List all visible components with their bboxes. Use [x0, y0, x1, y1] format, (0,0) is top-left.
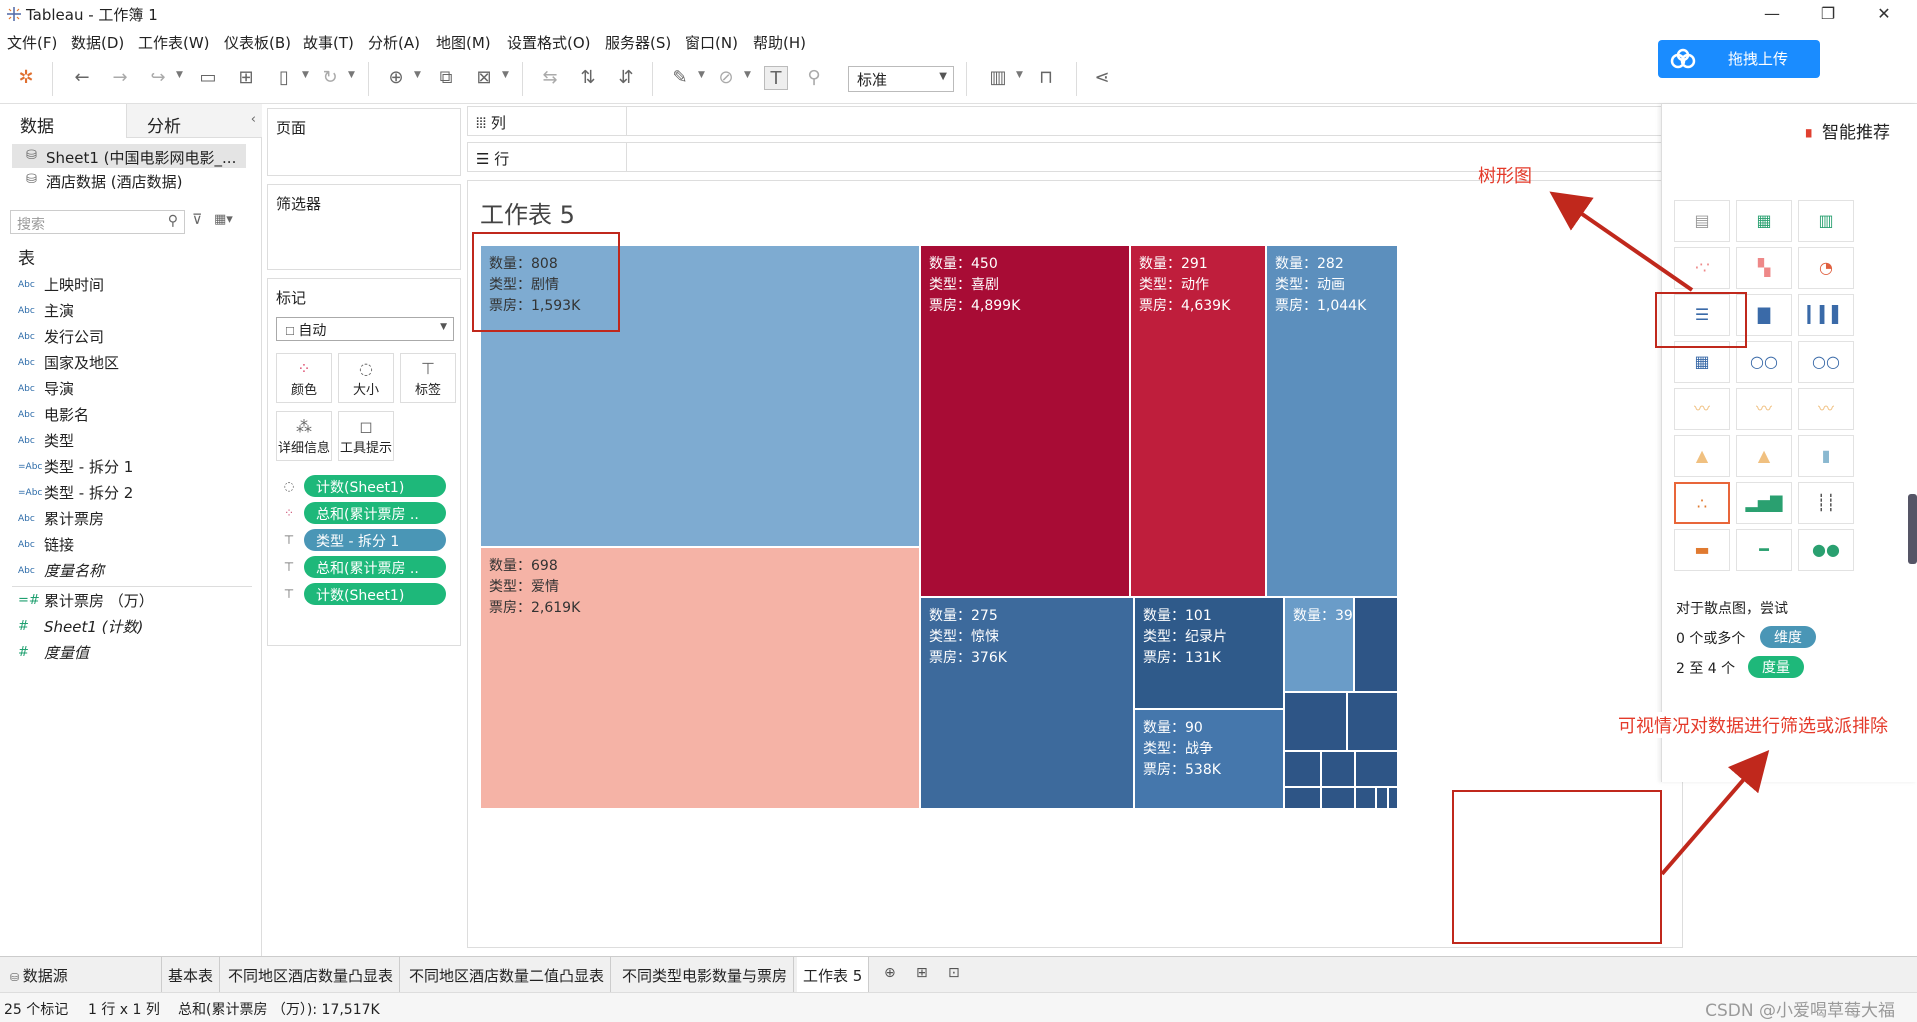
tab-hotel-highlight[interactable]: 不同地区酒店数量凸显表	[222, 957, 401, 992]
new-sheet-icon[interactable]: ⊕	[884, 965, 896, 981]
tab-basic-table[interactable]: 基本表	[162, 957, 221, 992]
status-sum: 总和(累计票房 （万）): 17,517K	[178, 1002, 380, 1018]
highlight-box-treemap-thumb	[1655, 292, 1747, 348]
tab-hotel-binary[interactable]: 不同地区酒店数量二值凸显表	[403, 957, 612, 992]
new-dashboard-icon[interactable]: ⊞	[916, 965, 928, 981]
treemap-annotation: 树形图	[1478, 166, 1532, 187]
filter-arrow	[1660, 749, 1770, 876]
highlight-box-drama	[472, 232, 620, 332]
watermark: CSDN @小爱喝草莓大福	[1705, 1001, 1895, 1021]
status-marks: 25 个标记	[4, 1002, 69, 1018]
filter-annotation: 可视情况对数据进行筛选或派排除	[1618, 712, 1888, 738]
new-story-icon[interactable]: ⊡	[948, 965, 960, 981]
tab-movie-genre[interactable]: 不同类型电影数量与票房	[616, 957, 795, 992]
treemap-arrow	[1549, 191, 1694, 292]
tab-sheet5[interactable]: 工作表 5	[797, 957, 870, 992]
tab-datasource[interactable]: ⛁ 数据源	[0, 957, 162, 992]
status-bar: 25 个标记 1 行 x 1 列 总和(累计票房 （万）): 17,517K	[0, 992, 1917, 1022]
datasource-icon: ⛁	[10, 971, 23, 984]
highlight-box-small-cells	[1452, 790, 1662, 944]
status-dims: 1 行 x 1 列	[88, 1002, 160, 1018]
sheet-tabs: ⛁ 数据源 基本表 不同地区酒店数量凸显表 不同地区酒店数量二值凸显表 不同类型…	[0, 956, 1917, 992]
